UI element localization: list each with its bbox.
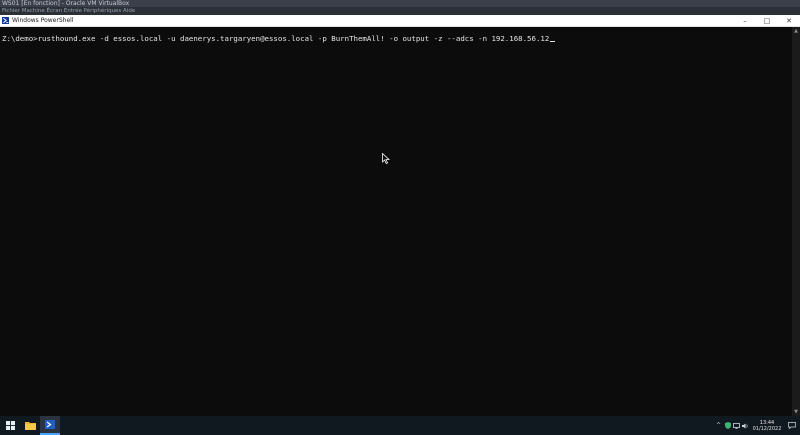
window-title: Windows PowerShell [12,17,74,24]
powershell-title-bar[interactable]: Windows PowerShell – □ ✕ [0,15,800,27]
virtualbox-menu-bar[interactable]: Fichier Machine Écran Entrée Périphériqu… [0,7,800,15]
maximize-button[interactable]: □ [756,15,778,27]
command-text: rusthound.exe -d essos.local -u daenerys… [37,34,550,43]
virtualbox-title-bar: WS01 [En fonction] - Oracle VM VirtualBo… [0,0,800,7]
text-cursor [550,41,556,42]
network-icon[interactable] [732,416,741,435]
mouse-pointer-icon [382,153,390,164]
scroll-down-arrow-icon[interactable]: ▼ [792,408,800,416]
file-explorer-button[interactable] [20,416,40,435]
security-shield-icon[interactable] [723,416,732,435]
powershell-icon [45,420,55,429]
volume-icon[interactable] [741,416,750,435]
close-button[interactable]: ✕ [778,15,800,27]
command-line[interactable]: Z:\demo>rusthound.exe -d essos.local -u … [2,34,556,43]
start-button[interactable] [0,416,20,435]
prompt-text: Z:\demo> [2,34,38,43]
system-tray: ^ 13:44 01/12/2022 [714,416,800,435]
minimize-button[interactable]: – [734,15,756,27]
window-controls: – □ ✕ [734,15,800,27]
vm-menu-text[interactable]: Fichier Machine Écran Entrée Périphériqu… [2,8,135,14]
windows-logo-icon [5,421,15,430]
folder-icon [24,422,36,430]
console-output[interactable]: Z:\demo>rusthound.exe -d essos.local -u … [0,27,792,416]
taskbar-clock[interactable]: 13:44 01/12/2022 [750,420,784,432]
action-center-button[interactable] [784,416,800,435]
powershell-icon[interactable] [2,17,9,24]
clock-date: 01/12/2022 [752,425,782,432]
notification-icon [788,422,796,429]
vm-title-text: WS01 [En fonction] - Oracle VM VirtualBo… [2,0,130,7]
scroll-up-arrow-icon[interactable]: ▲ [792,27,800,35]
powershell-taskbar-button[interactable] [40,416,60,435]
windows-taskbar: ^ 13:44 01/12/2022 [0,416,800,435]
show-hidden-icons-chevron-icon[interactable]: ^ [714,416,723,435]
vertical-scrollbar[interactable]: ▲ ▼ [792,27,800,416]
